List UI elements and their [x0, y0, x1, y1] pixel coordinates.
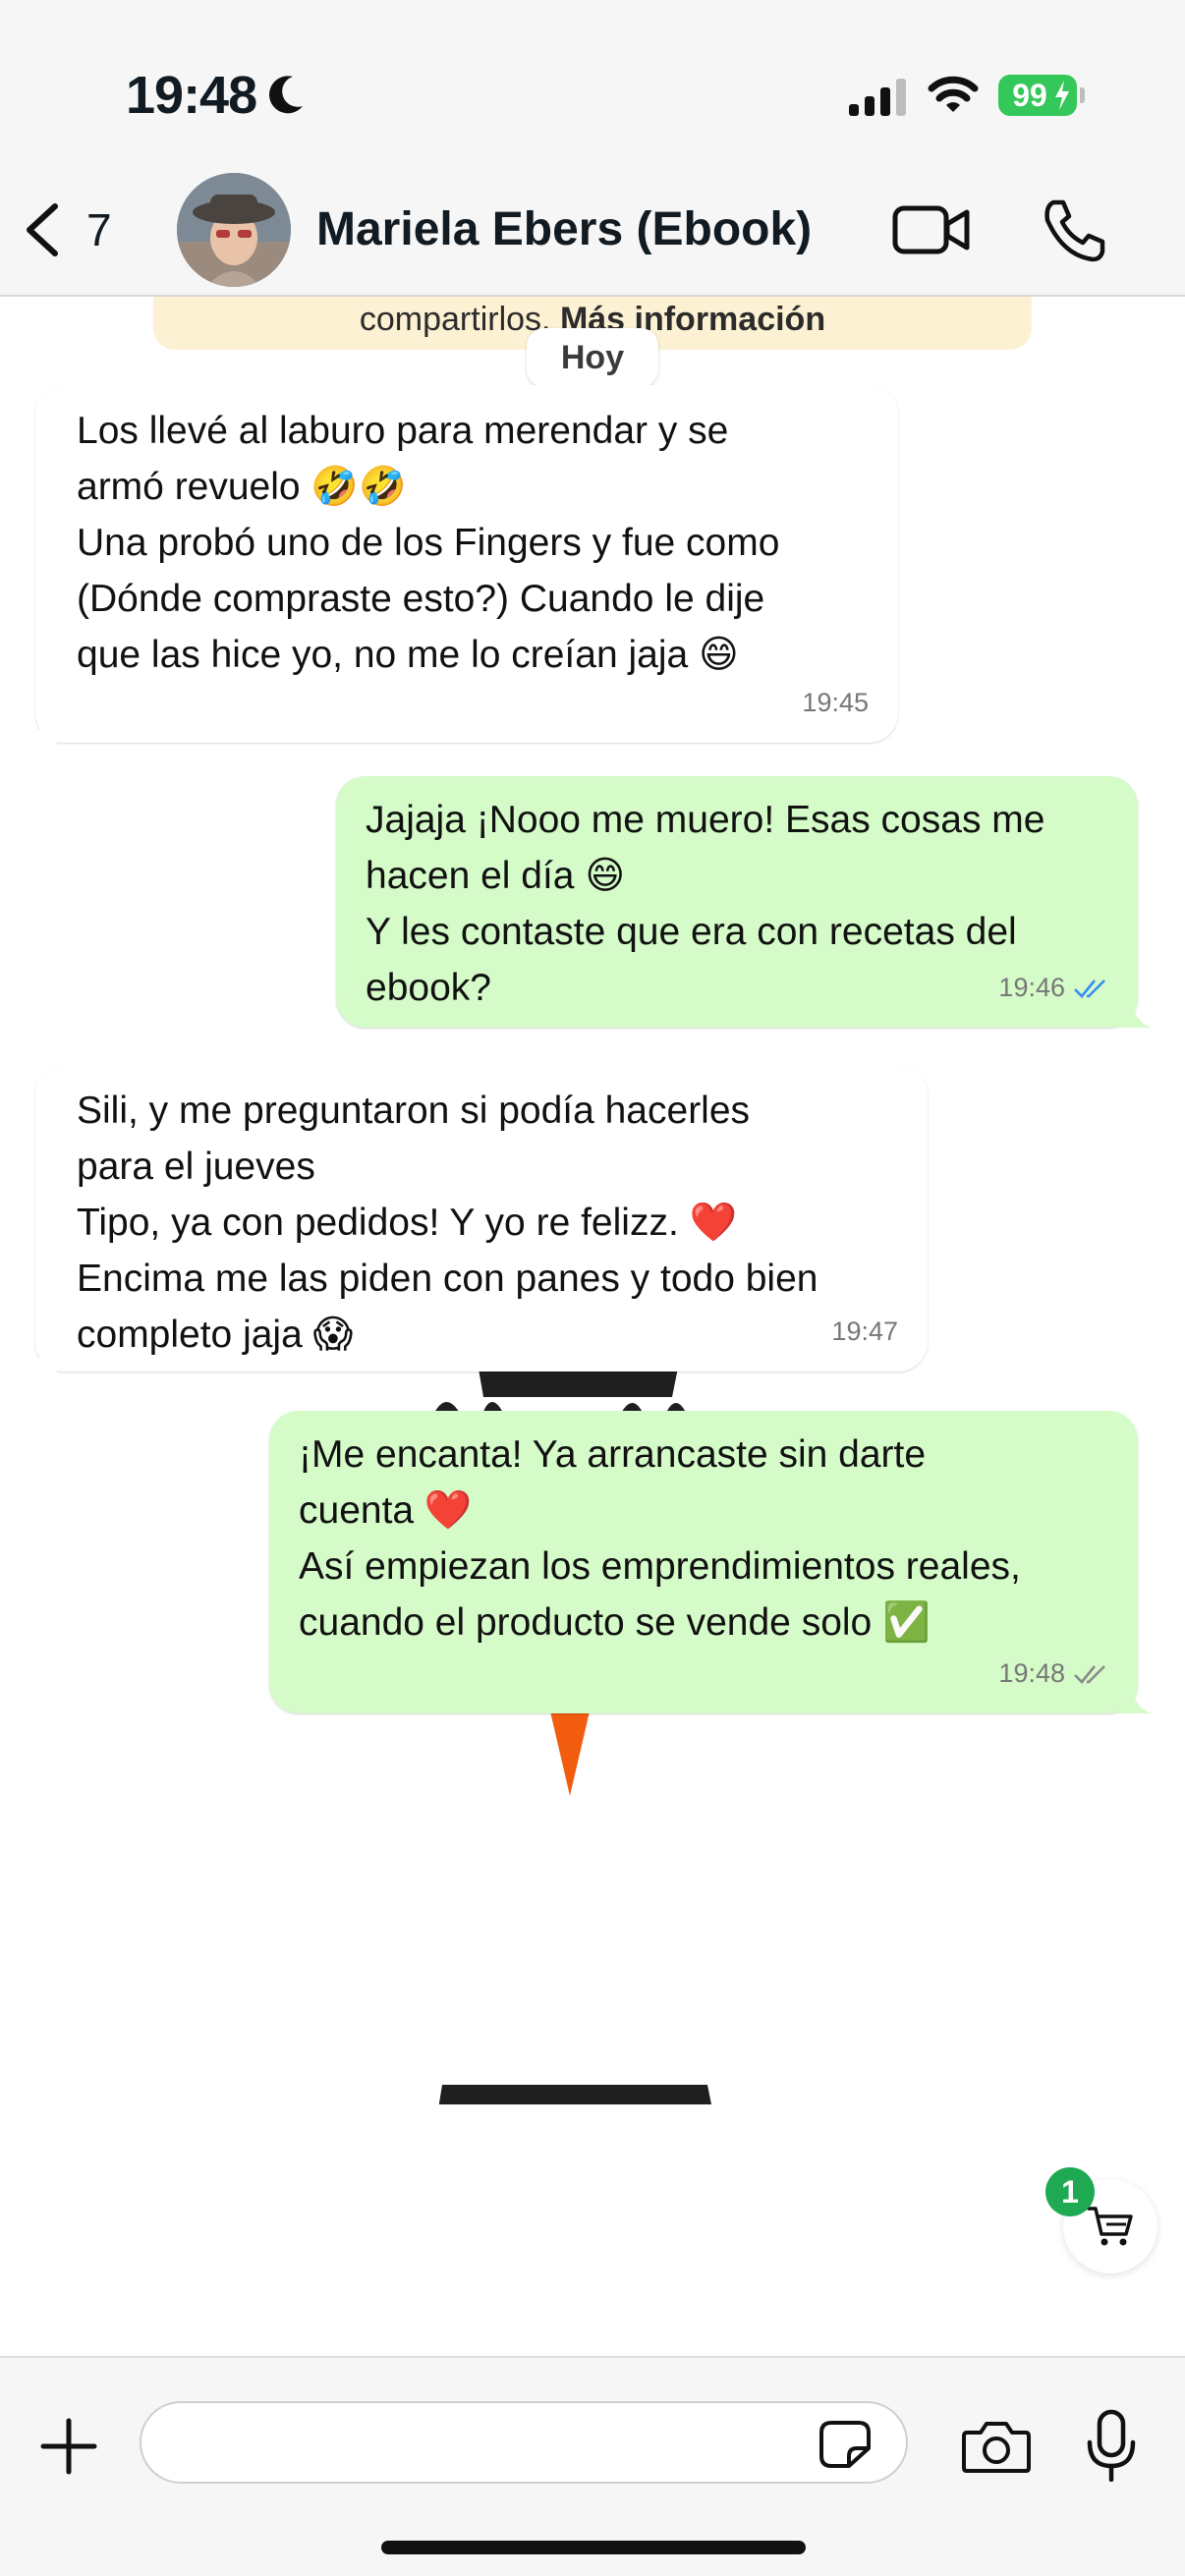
video-call-icon[interactable] — [892, 202, 971, 257]
message-text: Los llevé al laburo para merendar y se a… — [77, 410, 780, 676]
avatar-photo — [177, 173, 291, 287]
home-indicator — [381, 2541, 806, 2554]
delivered-double-check-icon — [1074, 1664, 1105, 1684]
contact-avatar[interactable] — [177, 173, 291, 287]
message-text: ¡Me encanta! Ya arrancaste sin darte cue… — [299, 1433, 1021, 1644]
charging-bolt-icon — [1055, 81, 1069, 110]
bubble-tail — [24, 1344, 57, 1372]
message-meta: 19:48 — [998, 1646, 1108, 1702]
wifi-icon — [928, 76, 979, 112]
chat-area[interactable]: compartirlos. Más información Hoy Los ll… — [0, 297, 1185, 2356]
back-chevron-icon[interactable] — [20, 200, 65, 259]
message-meta: 19:45 — [802, 675, 869, 731]
signal-icon — [849, 79, 906, 116]
bubble-tail — [1118, 1000, 1152, 1028]
message-input[interactable] — [140, 2401, 908, 2484]
camera-icon[interactable] — [961, 2419, 1032, 2474]
message-text: Jajaja ¡Nooo me muero! Esas cosas me hac… — [366, 799, 1045, 1009]
message-time: 19:47 — [831, 1316, 898, 1346]
background-orange-shape — [550, 1711, 590, 1796]
message-composer — [0, 2356, 1185, 2576]
message-time: 19:48 — [998, 1658, 1065, 1688]
message-meta: 19:47 — [831, 1304, 898, 1360]
moon-icon — [269, 76, 303, 114]
battery-indicator: 99 — [998, 75, 1085, 116]
incoming-message[interactable]: Los llevé al laburo para merendar y se a… — [24, 385, 898, 743]
cart-count-badge: 1 — [1045, 2167, 1095, 2216]
message-time: 19:45 — [802, 688, 869, 717]
unread-chats-count[interactable]: 7 — [86, 200, 112, 259]
battery-level: 99 — [1012, 78, 1047, 113]
outgoing-message[interactable]: ¡Me encanta! Ya arrancaste sin darte cue… — [269, 1411, 1152, 1713]
bubble-tail — [24, 715, 57, 743]
cart-icon — [1087, 2207, 1133, 2246]
incoming-message[interactable]: Sili, y me preguntaron si podía hacerles… — [24, 1065, 928, 1372]
info-banner-text: compartirlos. — [359, 301, 560, 338]
bubble-tail — [1118, 1686, 1152, 1713]
message-time: 19:46 — [998, 973, 1065, 1002]
date-separator: Hoy — [527, 328, 658, 387]
top-bar: 19:48 99 7 Mariela Ebers (Ebook) — [0, 0, 1185, 297]
status-time: 19:48 — [126, 66, 257, 125]
microphone-icon[interactable] — [1085, 2409, 1138, 2482]
plus-icon[interactable] — [39, 2417, 98, 2476]
read-double-check-icon — [1074, 979, 1105, 998]
sticker-icon[interactable] — [818, 2419, 873, 2470]
message-text: Sili, y me preguntaron si podía hacerles… — [77, 1090, 818, 1356]
contact-name[interactable]: Mariela Ebers (Ebook) — [316, 200, 812, 259]
phone-call-icon[interactable] — [1042, 198, 1106, 263]
message-meta: 19:46 — [998, 960, 1108, 1016]
outgoing-message[interactable]: Jajaja ¡Nooo me muero! Esas cosas me hac… — [336, 776, 1152, 1028]
